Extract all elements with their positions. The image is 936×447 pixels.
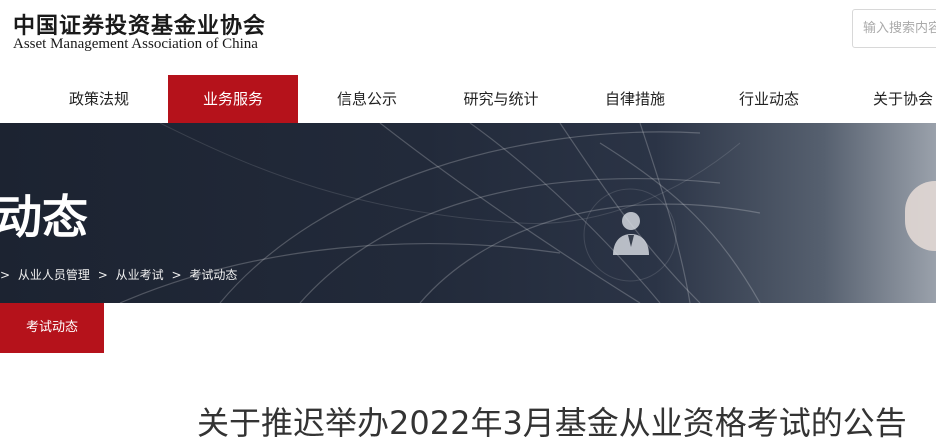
nav-item-policy[interactable]: 政策法规 [40, 75, 158, 123]
page-banner: 动态 > 从业人员管理 > 从业考试 > 考试动态 [0, 123, 936, 303]
search-input[interactable] [852, 9, 936, 48]
banner-title: 动态 [0, 190, 88, 244]
nav-item-business-service[interactable]: 业务服务 [168, 75, 298, 123]
main-nav: 政策法规 业务服务 信息公示 研究与统计 自律措施 行业动态 关于协会 [0, 75, 936, 123]
nav-item-info-disclosure[interactable]: 信息公示 [308, 75, 426, 123]
breadcrumb: > 从业人员管理 > 从业考试 > 考试动态 [0, 266, 241, 283]
breadcrumb-item-practitioner-management[interactable]: 从业人员管理 [18, 268, 90, 282]
nav-item-industry-news[interactable]: 行业动态 [710, 75, 828, 123]
breadcrumb-separator: > [97, 268, 108, 282]
nav-item-self-discipline[interactable]: 自律措施 [576, 75, 694, 123]
breadcrumb-separator: > [0, 268, 11, 282]
logo-english-name: Asset Management Association of China [13, 36, 258, 52]
breadcrumb-item-exam-news[interactable]: 考试动态 [189, 268, 237, 282]
breadcrumb-item-exam[interactable]: 从业考试 [116, 268, 164, 282]
sub-nav-exam-news[interactable]: 考试动态 [0, 303, 104, 353]
nav-item-research-statistics[interactable]: 研究与统计 [436, 75, 566, 123]
article-title: 关于推迟举办2022年3月基金从业资格考试的公告 [197, 404, 907, 442]
user-silhouette-icon [613, 212, 649, 255]
breadcrumb-separator: > [171, 268, 182, 282]
nav-item-about[interactable]: 关于协会 [844, 75, 936, 123]
